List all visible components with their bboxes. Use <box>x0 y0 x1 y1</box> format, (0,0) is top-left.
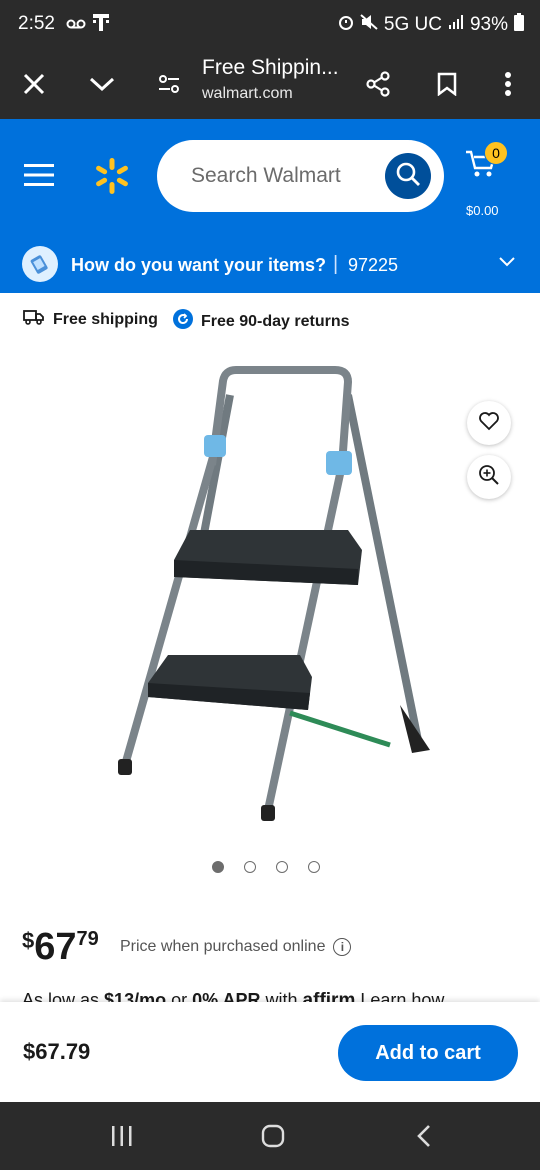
sticky-price: $67.79 <box>23 1039 91 1064</box>
truck-icon <box>23 309 45 330</box>
status-right: 5G UC 93% <box>338 13 524 37</box>
page-title[interactable]: Free Shippin... <box>202 56 339 80</box>
price-note: Price when purchased online i <box>120 938 352 956</box>
zoom-in-icon <box>478 464 500 491</box>
browser-toolbar: Free Shippin... walmart.com <box>0 50 540 119</box>
carousel-dot[interactable] <box>244 861 256 873</box>
search-placeholder: Search Walmart <box>191 164 341 187</box>
product-price: $6779 <box>22 926 99 969</box>
price-currency: $ <box>22 928 35 953</box>
carrier-t-icon <box>92 12 110 38</box>
chevron-down-icon[interactable] <box>82 64 122 104</box>
cart-total: $0.00 <box>466 203 499 218</box>
more-vert-icon[interactable] <box>488 64 528 104</box>
heart-icon <box>478 411 500 436</box>
info-icon[interactable]: i <box>333 938 352 956</box>
system-nav-bar <box>0 1102 540 1170</box>
search-icon <box>395 161 421 192</box>
add-to-cart-button[interactable]: Add to cart <box>338 1025 518 1081</box>
mute-icon <box>360 14 378 36</box>
home-icon[interactable] <box>253 1120 293 1152</box>
price-note-text: Price when purchased online <box>120 938 326 955</box>
sticky-cart-bar: $67.79 Add to cart <box>0 1002 540 1102</box>
share-icon[interactable] <box>358 64 398 104</box>
free-shipping-badge: Free shipping <box>23 309 158 330</box>
recent-apps-icon[interactable] <box>102 1120 142 1152</box>
battery-level: 93% <box>469 14 508 35</box>
status-left-icons <box>66 12 110 38</box>
zoom-button[interactable] <box>467 455 511 499</box>
tune-icon[interactable] <box>149 64 189 104</box>
carousel-dots <box>212 861 320 873</box>
status-bar: 2:52 5G UC 93% <box>0 0 540 50</box>
delivery-question: How do you want your items? <box>71 255 327 275</box>
menu-icon[interactable] <box>24 163 54 192</box>
price-cents: 79 <box>76 928 99 950</box>
delivery-zip: 97225 <box>348 255 399 275</box>
cart-button[interactable]: 0 $0.00 <box>464 141 524 218</box>
carousel-dot[interactable] <box>308 861 320 873</box>
site-header: Search Walmart 0 $0.00 <box>0 119 540 237</box>
returns-icon <box>173 309 193 334</box>
chevron-down-icon <box>498 255 516 273</box>
price-whole: 67 <box>34 926 77 968</box>
search-input[interactable]: Search Walmart <box>157 140 444 212</box>
shipping-badges: Free shipping Free 90-day returns <box>0 293 540 343</box>
carousel-dot[interactable] <box>212 861 224 873</box>
free-returns-label: Free 90-day returns <box>201 312 350 330</box>
back-icon[interactable] <box>404 1120 444 1152</box>
cart-count-badge: 0 <box>484 141 508 165</box>
bookmark-icon[interactable] <box>427 64 467 104</box>
free-shipping-label: Free shipping <box>53 310 158 328</box>
delivery-separator: | <box>333 253 339 275</box>
close-icon[interactable] <box>14 64 54 104</box>
walmart-spark-icon[interactable] <box>93 157 131 200</box>
network-label: 5G UC <box>383 14 442 35</box>
product-image[interactable] <box>90 355 450 835</box>
battery-icon <box>514 13 524 37</box>
delivery-icon <box>22 246 58 282</box>
favorite-button[interactable] <box>467 401 511 445</box>
signal-icon <box>448 14 464 36</box>
carousel-dot[interactable] <box>276 861 288 873</box>
delivery-selector[interactable]: How do you want your items? | 97225 <box>0 237 540 293</box>
free-returns-badge: Free 90-day returns <box>173 309 350 334</box>
voicemail-icon <box>66 14 86 36</box>
alarm-icon <box>338 14 354 36</box>
search-button[interactable] <box>385 153 431 199</box>
page-url[interactable]: walmart.com <box>202 85 293 103</box>
status-time: 2:52 <box>18 13 55 34</box>
